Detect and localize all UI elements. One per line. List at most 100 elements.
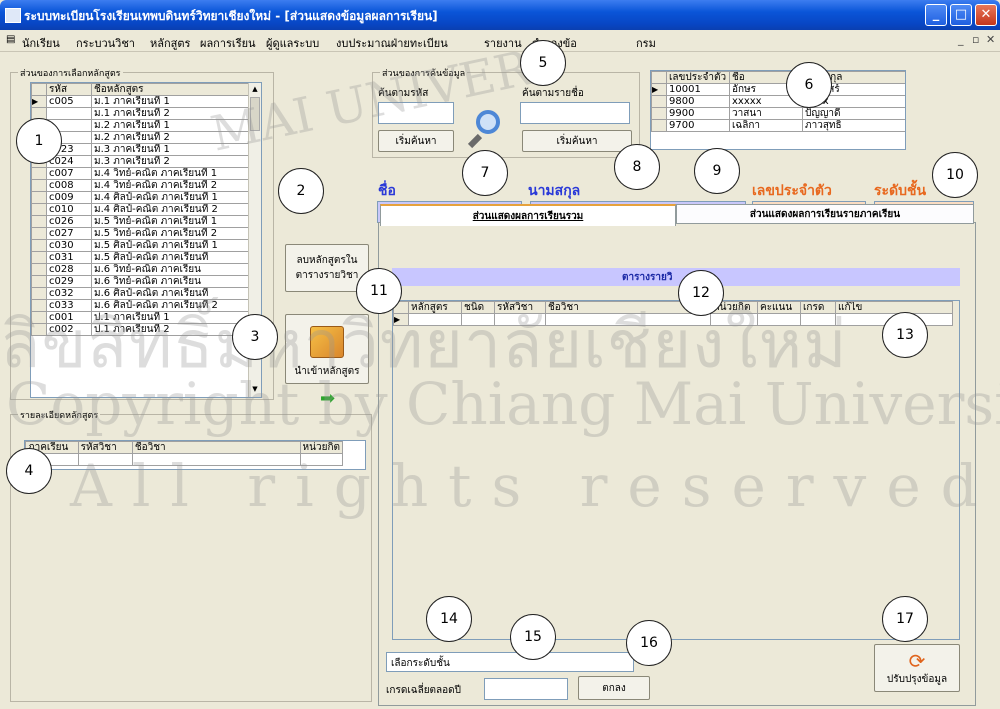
callout-7: 7 — [462, 150, 508, 196]
student-id-cell[interactable]: 9900 — [666, 107, 730, 120]
curriculum-row[interactable]: c031 ม.5 ศิลป์-คณิต ภาคเรียนที่ — [31, 251, 249, 264]
student-first-name-cell[interactable]: วาสนา — [729, 107, 803, 120]
student-last-name-cell[interactable]: ปัญญาดี — [802, 107, 905, 120]
curriculum-name-cell[interactable]: ม.5 ศิลป์-คณิต ภาคเรียนที่ — [91, 251, 249, 264]
refresh-label: ปรับปรุงข้อมูล — [886, 673, 948, 685]
curriculum-code-cell[interactable]: c028 — [46, 263, 92, 276]
curriculum-code-cell[interactable]: c026 — [46, 215, 92, 228]
menu-item-students[interactable]: นักเรียน — [22, 34, 60, 52]
curriculum-row[interactable]: c007 ม.4 วิทย์-คณิต ภาคเรียนที่ 1 — [31, 167, 249, 180]
minimize-button[interactable]: _ — [925, 4, 947, 26]
student-id-cell[interactable]: 9800 — [666, 95, 730, 108]
curriculum-row[interactable]: c008 ม.4 วิทย์-คณิต ภาคเรียนที่ 2 — [31, 179, 249, 192]
student-first-name-cell[interactable]: เฉลิกา — [729, 119, 803, 132]
menu-item-admin[interactable]: ผู้ดูแลระบบ — [266, 34, 319, 52]
student-id-cell[interactable]: 10001 — [666, 83, 730, 96]
mdi-minimize-button[interactable]: _ — [958, 33, 964, 46]
curriculum-row[interactable]: c009 ม.4 ศิลป์-คณิต ภาคเรียนที่ 1 — [31, 191, 249, 204]
student-table: เลขประจำตัว ชื่อ นามสกุล ▶10001อักษรกระแ… — [651, 71, 905, 132]
callout-15: 15 — [510, 614, 556, 660]
curriculum-code-cell[interactable]: c010 — [46, 203, 92, 216]
scroll-up-arrow-icon[interactable]: ▲ — [250, 85, 260, 95]
curriculum-row[interactable]: c027 ม.5 วิทย์-คณิต ภาคเรียนที่ 2 — [31, 227, 249, 240]
callout-4: 4 — [6, 448, 52, 494]
tab-overall-results[interactable]: ส่วนแสดงผลการเรียนรวม — [380, 204, 676, 226]
app-icon — [5, 8, 21, 23]
curriculum-code-cell[interactable]: c008 — [46, 179, 92, 192]
column-header-code[interactable]: รหัส — [46, 83, 92, 96]
name-label: ชื่อ — [378, 183, 396, 199]
watermark-copyright: Copyright by Chiang Mai University — [6, 370, 1000, 438]
student-row[interactable]: ▶10001อักษรกระแสร์ — [651, 83, 905, 96]
callout-8: 8 — [614, 144, 660, 190]
tab-semester-results[interactable]: ส่วนแสดงผลการเรียนรายภาคเรียน — [676, 204, 974, 224]
column-header-edit[interactable]: แก้ไข — [835, 301, 953, 314]
curriculum-select-label: ส่วนของการเลือกหลักสูตร — [18, 66, 123, 80]
menu-item-budget[interactable]: งบประมาณฝ่ายทะเบียน — [336, 34, 448, 52]
curriculum-name-cell[interactable]: ม.4 วิทย์-คณิต ภาคเรียนที่ 2 — [91, 179, 249, 192]
current-row-indicator-icon: ▶ — [31, 95, 47, 108]
level-select-dropdown[interactable]: เลือกระดับชั้น — [386, 652, 634, 672]
search-name-input[interactable] — [520, 102, 630, 124]
curriculum-code-cell[interactable]: c009 — [46, 191, 92, 204]
close-button[interactable]: ✕ — [975, 4, 997, 26]
curriculum-name-cell[interactable]: ม.4 ศิลป์-คณิต ภาคเรียนที่ 2 — [91, 203, 249, 216]
student-id-label: เลขประจำตัว — [752, 183, 832, 199]
refresh-button[interactable]: ⟳ ปรับปรุงข้อมูล — [874, 644, 960, 692]
menu-item-results[interactable]: ผลการเรียน — [200, 34, 256, 52]
callout-9: 9 — [694, 148, 740, 194]
results-table-title-bar: ตารางรายวิ — [392, 268, 960, 286]
student-list-grid[interactable]: เลขประจำตัว ชื่อ นามสกุล ▶10001อักษรกระแ… — [650, 70, 906, 150]
column-header-student-id[interactable]: เลขประจำตัว — [666, 71, 730, 84]
results-table-title: ตารางรายวิ — [622, 272, 673, 283]
current-row-indicator-icon: ▶ — [651, 83, 667, 96]
student-row[interactable]: 9900 วาสนา ปัญญาดี — [651, 107, 905, 120]
curriculum-row[interactable]: c028 ม.6 วิทย์-คณิต ภาคเรียน — [31, 263, 249, 276]
column-header-curriculum-name[interactable]: ชื่อหลักสูตร — [91, 83, 249, 96]
search-by-code-button[interactable]: เริ่มค้นหา — [378, 130, 454, 152]
curriculum-name-cell[interactable]: ม.5 วิทย์-คณิต ภาคเรียนที่ 2 — [91, 227, 249, 240]
callout-11: 11 — [356, 268, 402, 314]
gpa-field[interactable] — [484, 678, 568, 700]
student-last-name-cell[interactable]: ภาวสุทธิ — [802, 119, 905, 132]
window-title: ระบบทะเบียนโรงเรียนเทพบดินทร์วิทยาเชียงใ… — [24, 9, 438, 23]
callout-16: 16 — [626, 620, 672, 666]
curriculum-code-cell[interactable]: c029 — [46, 275, 92, 288]
curriculum-name-cell[interactable]: ม.5 วิทย์-คณิต ภาคเรียนที่ 1 — [91, 215, 249, 228]
search-by-name-button[interactable]: เริ่มค้นหา — [522, 130, 632, 152]
curriculum-name-cell[interactable]: ม.4 ศิลป์-คณิต ภาคเรียนที่ 1 — [91, 191, 249, 204]
curriculum-code-cell[interactable]: c005 — [46, 95, 92, 108]
menu-item-courses[interactable]: กระบวนวิชา — [76, 34, 135, 52]
tab-semester-results-label: ส่วนแสดงผลการเรียนรายภาคเรียน — [749, 208, 901, 220]
curriculum-code-cell[interactable]: c027 — [46, 227, 92, 240]
curriculum-name-cell[interactable]: ม.6 วิทย์-คณิต ภาคเรียน — [91, 263, 249, 276]
curriculum-row[interactable]: c010 ม.4 ศิลป์-คณิต ภาคเรียนที่ 2 — [31, 203, 249, 216]
ok-button[interactable]: ตกลง — [578, 676, 650, 700]
student-id-cell[interactable]: 9700 — [666, 119, 730, 132]
callout-2: 2 — [278, 168, 324, 214]
mdi-restore-button[interactable]: ▫ — [972, 33, 979, 46]
menu-item-curriculum[interactable]: หลักสูตร — [150, 34, 190, 52]
mdi-close-button[interactable]: ✕ — [986, 33, 995, 46]
curriculum-code-cell[interactable]: c030 — [46, 239, 92, 252]
curriculum-row[interactable]: c026 ม.5 วิทย์-คณิต ภาคเรียนที่ 1 — [31, 215, 249, 228]
title-bar[interactable]: ระบบทะเบียนโรงเรียนเทพบดินทร์วิทยาเชียงใ… — [0, 0, 1000, 30]
menu-item-program[interactable]: กรม — [636, 34, 656, 52]
level-label: ระดับชั้น — [874, 183, 927, 199]
callout-17: 17 — [882, 596, 928, 642]
callout-10: 10 — [932, 152, 978, 198]
curriculum-row[interactable]: c030 ม.5 ศิลป์-คณิต ภาคเรียนที่ 1 — [31, 239, 249, 252]
curriculum-code-cell[interactable]: c031 — [46, 251, 92, 264]
curriculum-code-cell[interactable]: c007 — [46, 167, 92, 180]
gpa-label: เกรดเฉลี่ยตลอดปี — [386, 685, 462, 696]
student-row[interactable]: 9700 เฉลิกา ภาวสุทธิ — [651, 119, 905, 132]
curriculum-code-cell[interactable] — [46, 107, 92, 120]
curriculum-name-cell[interactable]: ม.5 ศิลป์-คณิต ภาคเรียนที่ 1 — [91, 239, 249, 252]
maximize-button[interactable]: □ — [950, 4, 972, 26]
callout-12: 12 — [678, 270, 724, 316]
curriculum-row[interactable]: c029 ม.6 วิทย์-คณิต ภาคเรียน — [31, 275, 249, 288]
curriculum-name-cell[interactable]: ม.6 วิทย์-คณิต ภาคเรียน — [91, 275, 249, 288]
callout-14: 14 — [426, 596, 472, 642]
curriculum-name-cell[interactable]: ม.4 วิทย์-คณิต ภาคเรียนที่ 1 — [91, 167, 249, 180]
student-row[interactable]: 9800xxxxxxxxx — [651, 95, 905, 108]
